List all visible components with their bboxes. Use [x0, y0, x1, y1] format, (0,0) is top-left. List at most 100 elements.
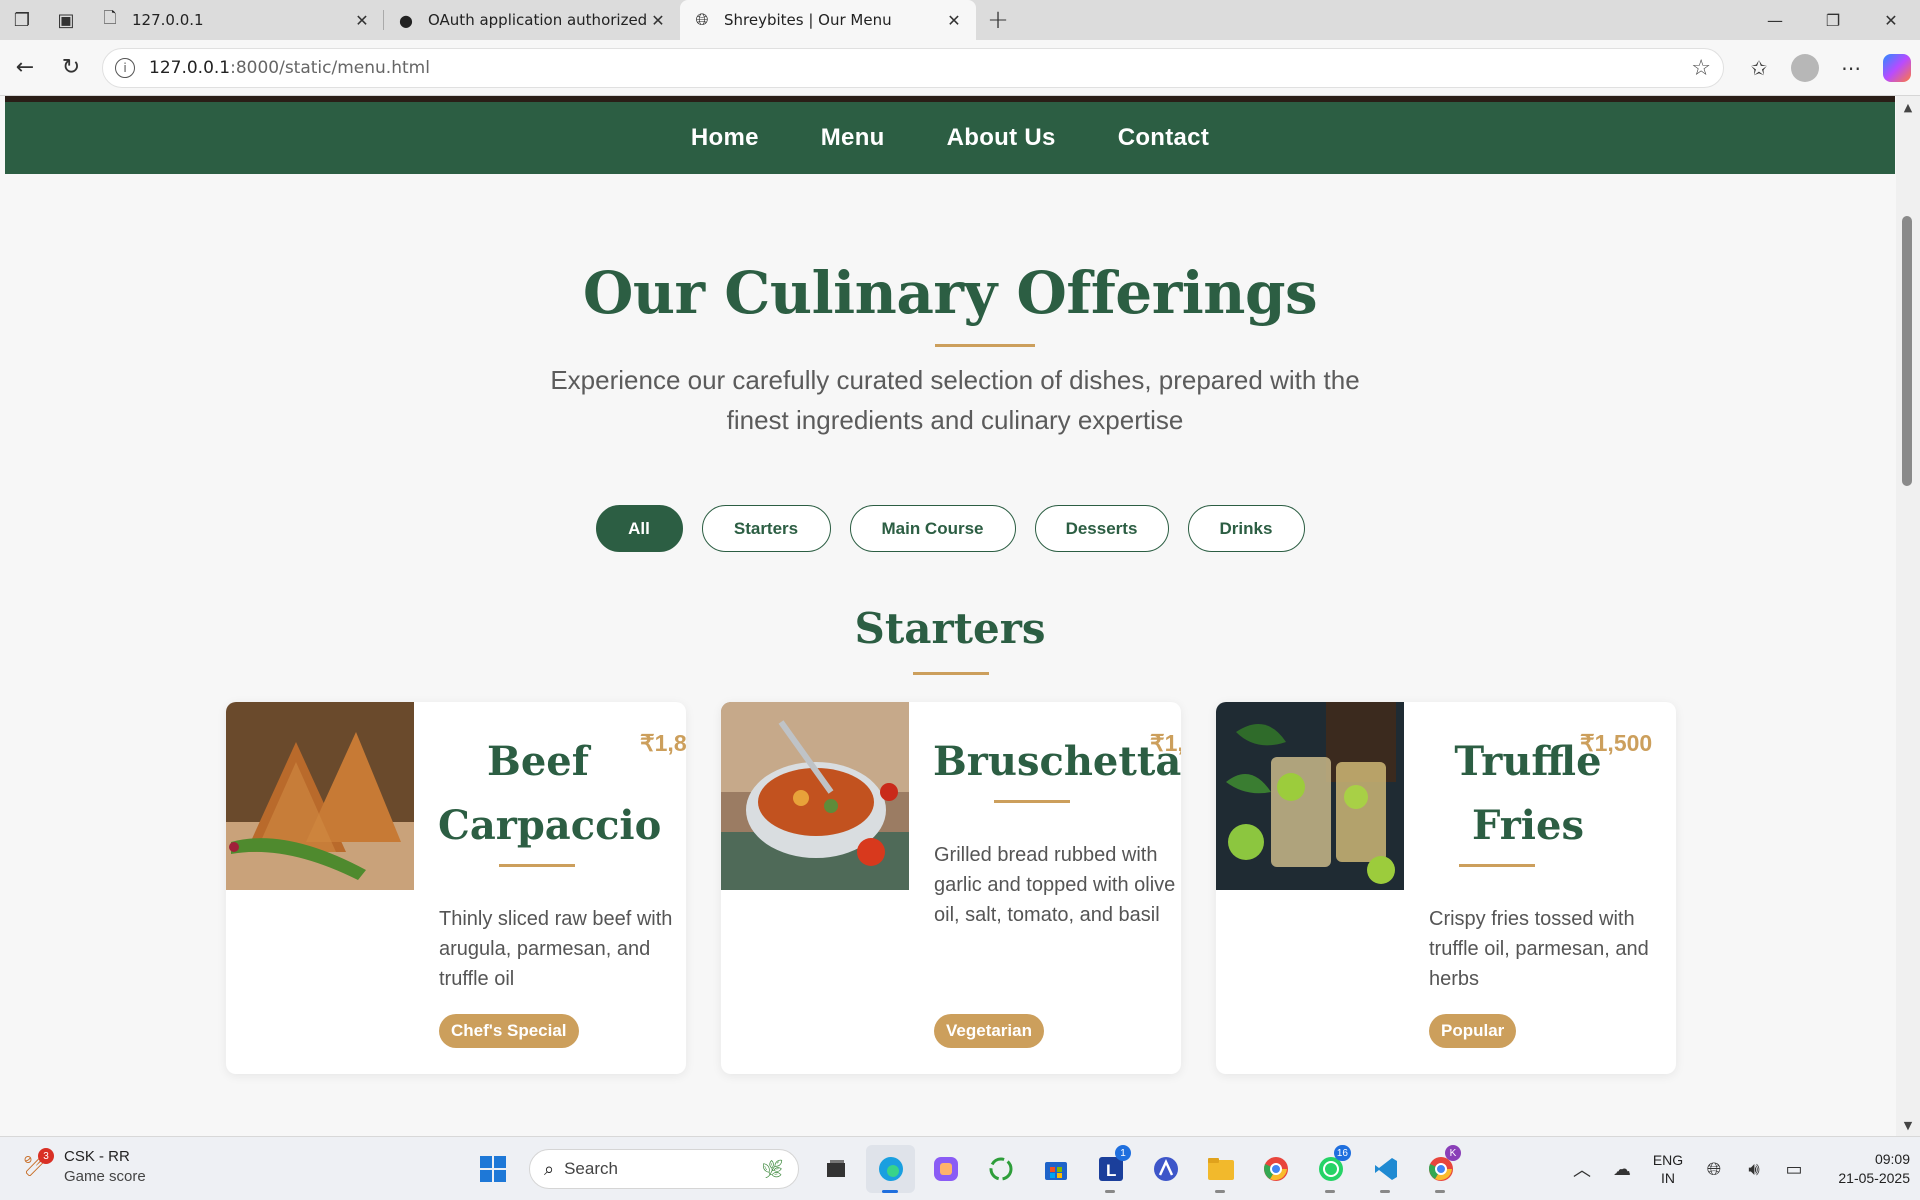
widget-title: CSK - RR: [64, 1148, 130, 1165]
page-title: Our Culinary Offerings: [582, 259, 1318, 327]
filter-all[interactable]: All: [595, 505, 683, 552]
chrome-icon[interactable]: [1251, 1145, 1300, 1193]
scrollbar-thumb[interactable]: [1902, 216, 1912, 486]
tab-title: Shreybites | Our Menu: [724, 11, 892, 29]
chevron-up-icon[interactable]: ︿: [1562, 1145, 1602, 1193]
refresh-app-icon[interactable]: [976, 1145, 1025, 1193]
store-icon[interactable]: [1031, 1145, 1080, 1193]
close-tab-icon[interactable]: ✕: [648, 11, 668, 30]
site-info-icon[interactable]: i: [115, 58, 135, 78]
workspaces-icon[interactable]: ❐: [0, 0, 44, 40]
menu-content: Our Culinary Offerings Experience our ca…: [5, 174, 1895, 1136]
favorite-star-icon[interactable]: ☆: [1691, 56, 1711, 81]
nav-home[interactable]: Home: [691, 124, 759, 152]
dish-underline: [499, 864, 575, 867]
filter-desserts[interactable]: Desserts: [1034, 505, 1169, 552]
dish-description: Crispy fries tossed with truffle oil, pa…: [1429, 908, 1649, 990]
volume-icon[interactable]: 🔊︎: [1734, 1145, 1774, 1193]
task-view-icon[interactable]: [811, 1145, 860, 1193]
whatsapp-badge: 16: [1333, 1145, 1351, 1161]
restore-icon[interactable]: ❐: [1804, 0, 1862, 40]
tab-localhost[interactable]: 🗋 127.0.0.1 ✕: [88, 0, 384, 40]
dish-underline: [994, 800, 1070, 803]
page-subtitle: Experience our carefully curated selecti…: [550, 365, 1360, 435]
onedrive-icon[interactable]: ☁︎: [1602, 1145, 1642, 1193]
cricket-icon: 🏏︎ 3: [22, 1148, 54, 1178]
notification-badge: 3: [38, 1148, 54, 1164]
url-host: 127.0.0.1: [149, 58, 231, 78]
lang-region: IN: [1661, 1170, 1675, 1186]
network-icon[interactable]: 🌐︎: [1694, 1145, 1734, 1193]
globe-icon: 🌐︎: [695, 10, 709, 29]
filter-starters[interactable]: Starters: [701, 505, 831, 552]
widget-subtitle: Game score: [64, 1168, 146, 1185]
browser-toolbar: ← ↻ i 127.0.0.1:8000/static/menu.html ☆ …: [0, 40, 1920, 96]
arc-icon[interactable]: [1141, 1145, 1190, 1193]
nav-menu[interactable]: Menu: [821, 124, 885, 152]
scroll-up-icon[interactable]: ▲: [1896, 98, 1920, 116]
taskbar-search[interactable]: ⌕ Search 🌿︎: [529, 1149, 799, 1189]
dish-name: Beef Carpaccio: [438, 730, 662, 858]
edge-icon[interactable]: [866, 1145, 915, 1193]
site-navbar: Home Menu About Us Contact: [5, 102, 1895, 174]
dish-name-line: Beef: [487, 738, 589, 785]
search-icon: ⌕: [544, 1158, 555, 1179]
nav-contact[interactable]: Contact: [1118, 124, 1209, 152]
close-tab-icon[interactable]: ✕: [944, 11, 964, 30]
close-window-icon[interactable]: ✕: [1862, 0, 1920, 40]
battery-icon[interactable]: ▭: [1774, 1145, 1814, 1193]
soup-photo: [721, 702, 909, 890]
clock-date: 21-05-2025: [1838, 1170, 1910, 1186]
filter-main-course[interactable]: Main Course: [849, 505, 1016, 552]
title-underline: [935, 344, 1035, 347]
whatsapp-icon[interactable]: 16: [1306, 1145, 1355, 1193]
copilot-icon[interactable]: [1883, 54, 1911, 82]
menu-card-bruschetta[interactable]: Bruschetta ₹1,2 Grilled bread rubbed wit…: [721, 702, 1181, 1074]
dish-price: ₹1,2: [1150, 730, 1181, 756]
lang-code: ENG: [1652, 1152, 1684, 1168]
search-placeholder: Search: [564, 1159, 618, 1178]
clock[interactable]: 09:09 21-05-2025: [1822, 1150, 1910, 1188]
page-scrollbar[interactable]: ▲ ▼: [1896, 96, 1920, 1136]
page-icon: 🗋: [103, 7, 117, 27]
search-highlight-icon: 🌿︎: [761, 1158, 784, 1179]
tab-menu[interactable]: 🌐︎ Shreybites | Our Menu ✕: [680, 0, 976, 40]
dish-underline: [1459, 864, 1535, 867]
back-icon[interactable]: ←: [2, 45, 48, 91]
menu-card-truffle-fries[interactable]: Truffle Fries ₹1,500 Crispy fries tossed…: [1216, 702, 1676, 1074]
new-tab-button[interactable]: +: [976, 0, 1020, 40]
vscode-icon[interactable]: [1361, 1145, 1410, 1193]
svg-text:L: L: [1106, 1161, 1116, 1180]
start-icon[interactable]: [468, 1145, 517, 1193]
url-text[interactable]: 127.0.0.1:8000/static/menu.html: [149, 58, 1691, 78]
dish-badge: Chef's Special: [439, 1014, 579, 1048]
scroll-down-icon[interactable]: ▼: [1896, 1116, 1920, 1134]
file-explorer-icon[interactable]: [1196, 1145, 1245, 1193]
close-tab-icon[interactable]: ✕: [352, 11, 372, 30]
vertical-tabs-icon[interactable]: ▣: [44, 0, 88, 40]
language-indicator[interactable]: ENG IN: [1642, 1151, 1694, 1187]
address-bar[interactable]: i 127.0.0.1:8000/static/menu.html ☆: [102, 48, 1724, 88]
profile-avatar[interactable]: [1791, 54, 1819, 82]
tab-title: OAuth application authorized: [428, 11, 648, 29]
l-app-icon[interactable]: L1: [1086, 1145, 1135, 1193]
dish-name-line: Carpaccio: [438, 802, 662, 849]
reload-icon[interactable]: ↻: [48, 45, 94, 91]
dish-name: Bruschetta: [933, 730, 1181, 794]
nav-about[interactable]: About Us: [947, 124, 1056, 152]
dish-name-line: Fries: [1472, 802, 1584, 849]
section-title: Starters: [854, 604, 1046, 653]
news-widget[interactable]: 🏏︎ 3 CSK - RR Game score: [22, 1147, 146, 1187]
menu-card-beef-carpaccio[interactable]: Beef Carpaccio ₹1,80 Thinly sliced raw b…: [226, 702, 686, 1074]
tab-title: 127.0.0.1: [132, 11, 204, 29]
filter-drinks[interactable]: Drinks: [1187, 505, 1305, 552]
copilot-app-icon[interactable]: [921, 1145, 970, 1193]
dish-description: Grilled bread rubbed with garlic and top…: [934, 844, 1176, 926]
l-app-badge: 1: [1115, 1145, 1131, 1161]
chrome-profile-icon[interactable]: K: [1416, 1145, 1465, 1193]
more-options-icon[interactable]: ⋯: [1828, 48, 1874, 88]
tab-oauth[interactable]: ● OAuth application authorized ✕: [384, 0, 680, 40]
cocktail-photo: [1216, 702, 1404, 890]
minimize-icon[interactable]: —: [1746, 0, 1804, 40]
favorites-icon[interactable]: ✩: [1736, 48, 1782, 88]
